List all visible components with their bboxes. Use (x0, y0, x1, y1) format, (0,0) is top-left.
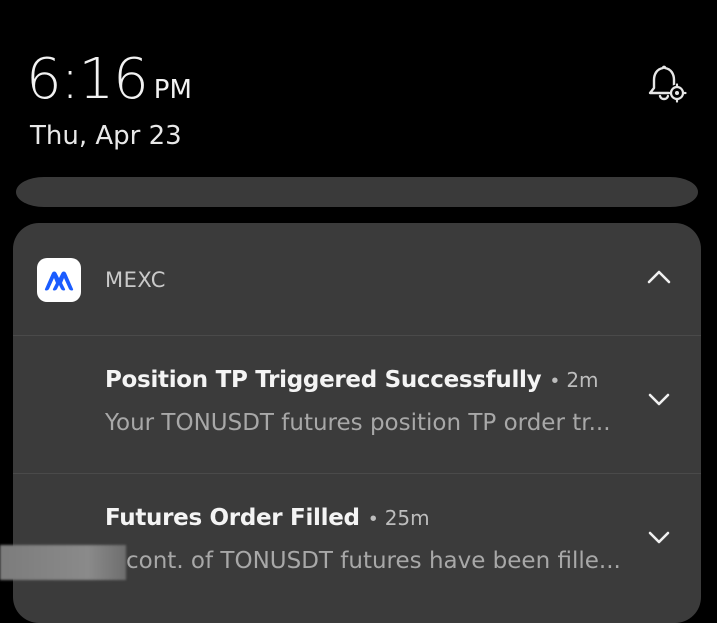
chevron-down-icon[interactable] (641, 382, 677, 418)
bell-settings-icon[interactable] (644, 62, 690, 106)
notification-title-row: Position TP Triggered Successfully • 2m (105, 367, 599, 393)
notification-body: cont. of TONUSDT futures have been fille… (126, 548, 621, 574)
app-header[interactable]: MEXC (13, 223, 701, 335)
chevron-up-icon[interactable] (641, 259, 677, 295)
notification-body: Your TONUSDT futures position TP order t… (105, 410, 611, 436)
quick-settings-bar[interactable] (16, 177, 698, 207)
clock-time: 6:16 (26, 47, 149, 112)
notification-item[interactable]: Futures Order Filled • 25m cont. of TONU… (13, 474, 701, 611)
app-name: MEXC (105, 268, 166, 292)
chevron-down-icon[interactable] (641, 520, 677, 556)
lockscreen-header: 6:16 PM Thu, Apr 23 (0, 0, 717, 170)
clock: 6:16 PM (26, 52, 192, 108)
notification-item[interactable]: Position TP Triggered Successfully • 2m … (13, 336, 701, 473)
date: Thu, Apr 23 (30, 121, 182, 151)
notification-title: Position TP Triggered Successfully (105, 367, 542, 393)
notification-time: 2m (566, 368, 599, 392)
redaction-blur (0, 545, 126, 580)
notification-title: Futures Order Filled (105, 505, 360, 531)
clock-ampm: PM (153, 75, 192, 105)
notification-separator: • (369, 508, 377, 530)
notification-title-row: Futures Order Filled • 25m (105, 505, 430, 531)
mexc-logo-icon (37, 258, 81, 302)
notification-separator: • (551, 370, 559, 392)
notification-time: 25m (384, 506, 430, 530)
